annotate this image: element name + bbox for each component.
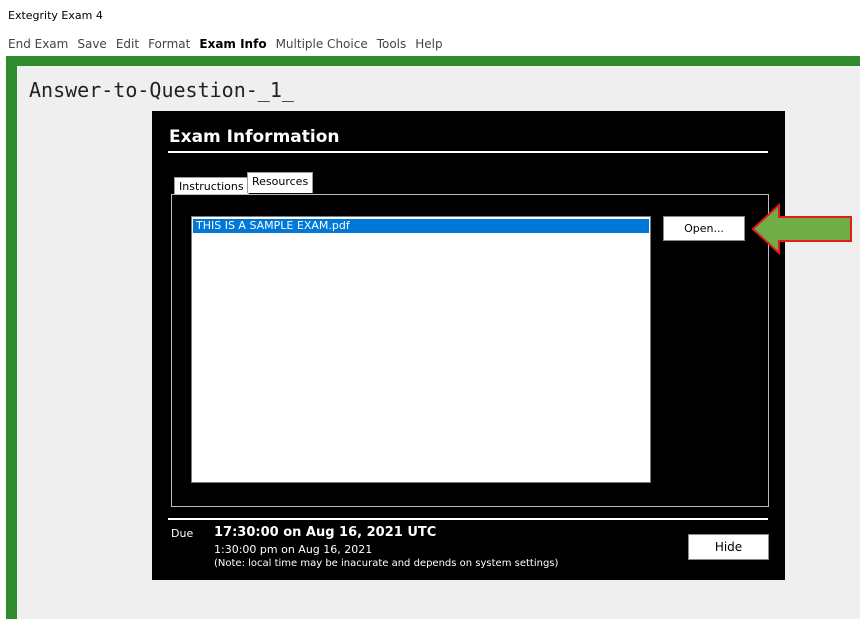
due-local-time: 1:30:00 pm on Aug 16, 2021 <box>214 543 373 556</box>
dialog-title: Exam Information <box>169 127 340 147</box>
open-button[interactable]: Open... <box>663 216 745 241</box>
exam-window: Extegrity Exam 4 End Exam Save Edit Form… <box>0 0 860 619</box>
tab-instructions[interactable]: Instructions <box>174 177 249 195</box>
document-title: Answer-to-Question-_1_ <box>29 78 294 102</box>
app-title: Extegrity Exam 4 <box>8 9 103 22</box>
title-divider <box>168 151 768 153</box>
menu-multiple-choice[interactable]: Multiple Choice <box>276 37 368 51</box>
due-note: (Note: local time may be inacurate and d… <box>214 558 559 569</box>
tab-resources[interactable]: Resources <box>247 172 314 193</box>
menu-help[interactable]: Help <box>415 37 442 51</box>
menu-end-exam[interactable]: End Exam <box>8 37 68 51</box>
menu-edit[interactable]: Edit <box>116 37 139 51</box>
exam-information-dialog: Exam Information Instructions Resources … <box>152 111 785 580</box>
footer-divider <box>168 518 768 520</box>
menu-save[interactable]: Save <box>77 37 106 51</box>
due-utc-time: 17:30:00 on Aug 16, 2021 UTC <box>214 525 437 540</box>
due-label: Due <box>171 527 194 540</box>
menu-exam-info[interactable]: Exam Info <box>199 37 266 51</box>
menu-bar: End Exam Save Edit Format Exam Info Mult… <box>8 37 443 51</box>
menu-tools[interactable]: Tools <box>377 37 407 51</box>
resource-list[interactable]: THIS IS A SAMPLE EXAM.pdf <box>191 216 651 483</box>
left-arrow-icon <box>751 203 852 255</box>
arrow-shape <box>751 203 852 255</box>
resource-item-selected[interactable]: THIS IS A SAMPLE EXAM.pdf <box>193 219 649 233</box>
menu-format[interactable]: Format <box>148 37 190 51</box>
hide-button[interactable]: Hide <box>688 534 769 560</box>
